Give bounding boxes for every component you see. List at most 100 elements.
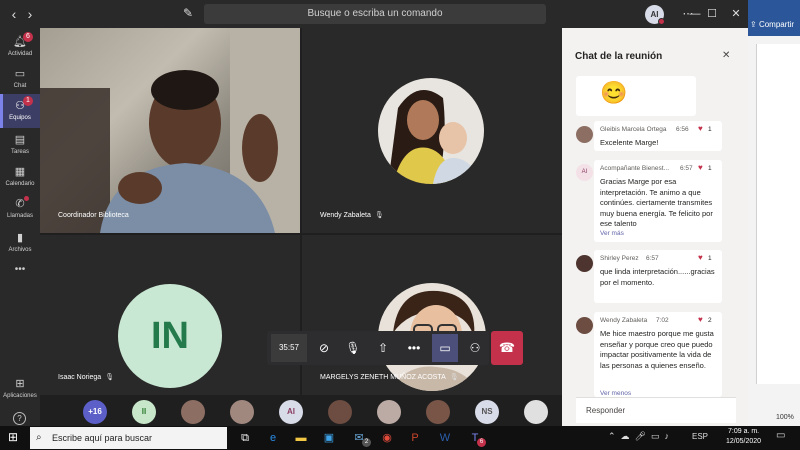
- microphone-icon[interactable]: 🎙︎: [340, 334, 366, 362]
- heart-icon[interactable]: ♥: [698, 315, 703, 324]
- participant-avatar[interactable]: +16: [83, 400, 107, 424]
- word-icon[interactable]: W: [436, 429, 454, 447]
- maximize-icon[interactable]: ☐: [703, 6, 721, 22]
- search-input[interactable]: Busque o escriba un comando: [204, 4, 546, 24]
- video-tile[interactable]: MARGELYS ZENETH MUÑOZ ACOSTA 🎙︎: [302, 235, 562, 395]
- apps-icon: ⊞: [15, 378, 25, 390]
- rail-item-calls[interactable]: ✆ Llamadas: [0, 192, 40, 226]
- compose-icon[interactable]: ✎: [180, 6, 196, 22]
- message-sender: Wendy Zabaleta: [600, 317, 648, 324]
- message-sender: Shirley Perez: [600, 255, 639, 262]
- heart-icon[interactable]: ♥: [698, 163, 703, 172]
- participant-avatar[interactable]: [377, 400, 401, 424]
- rail-item-label: Aplicaciones: [3, 393, 37, 399]
- reply-input[interactable]: Responder: [576, 397, 736, 423]
- see-more-link[interactable]: Ver más: [600, 230, 624, 237]
- participant-photo: [378, 78, 484, 184]
- participant-avatar[interactable]: [524, 400, 548, 424]
- powerpoint-icon[interactable]: P: [406, 429, 424, 447]
- search-icon: ⌕: [36, 432, 42, 443]
- minimize-icon[interactable]: —: [686, 6, 704, 22]
- chat-icon[interactable]: ▭: [432, 334, 458, 362]
- share-label: Compartir: [758, 20, 795, 29]
- heart-icon[interactable]: ♥: [698, 253, 703, 262]
- notifications-icon[interactable]: ▭: [776, 430, 785, 441]
- close-icon[interactable]: ✕: [727, 6, 745, 22]
- chat-title: Chat de la reunión: [575, 51, 663, 62]
- rail-item-apps[interactable]: ⊞ Aplicaciones: [0, 372, 40, 406]
- rail-item-files[interactable]: ▮ Archivos: [0, 226, 40, 260]
- participant-name: Coordinador Biblioteca: [58, 212, 129, 219]
- store-icon[interactable]: ▣: [320, 429, 338, 447]
- participants-icon[interactable]: ⚇: [462, 334, 488, 362]
- participant-avatar[interactable]: AI: [279, 400, 303, 424]
- chat-message: Shirley Perez 6:57 ♥ 1 que linda interpr…: [594, 250, 722, 303]
- chevron-left-icon[interactable]: ‹: [6, 6, 22, 22]
- camera-off-icon[interactable]: ⊘: [311, 334, 337, 362]
- participant-avatar[interactable]: [328, 400, 352, 424]
- rail-item-assignments[interactable]: ▤ Tareas: [0, 128, 40, 162]
- help-icon[interactable]: ?: [13, 412, 26, 425]
- close-icon[interactable]: ✕: [722, 50, 730, 61]
- message-body: Excelente Marge!: [600, 138, 659, 147]
- file-explorer-icon[interactable]: ▬: [292, 429, 310, 447]
- more-actions-icon[interactable]: •••: [401, 334, 427, 362]
- rail-item-label: Calendario: [5, 181, 35, 187]
- reaction-count: 1: [708, 255, 712, 262]
- assignments-icon: ▤: [14, 134, 26, 146]
- files-icon: ▮: [16, 232, 24, 244]
- rail-item-label: Llamadas: [6, 213, 33, 219]
- input-language[interactable]: ESP: [692, 432, 708, 441]
- mic-off-icon: 🎙︎: [105, 374, 115, 381]
- share-icon: ⇪: [750, 20, 759, 29]
- chevron-right-icon[interactable]: ›: [22, 6, 38, 22]
- windows-start-icon[interactable]: ⊞: [8, 430, 22, 444]
- chat-message: 😊: [576, 76, 696, 116]
- participant-avatar[interactable]: NS: [475, 400, 499, 424]
- see-less-link[interactable]: Ver menos: [600, 390, 631, 397]
- clock-date[interactable]: 12/05/2020: [726, 438, 761, 445]
- rail-item-activity[interactable]: 🔔︎ 6 Actividad: [0, 30, 40, 64]
- participant-avatar[interactable]: [426, 400, 450, 424]
- word-header: [748, 0, 800, 36]
- video-tile[interactable]: Wendy Zabaleta 🎙︎: [302, 28, 562, 233]
- rail-item-label: Tareas: [10, 149, 29, 155]
- rail-item-label: Equipos: [9, 115, 31, 121]
- participant-video: [40, 28, 300, 233]
- taskbar-search-input[interactable]: ⌕ Escribe aquí para buscar: [30, 427, 227, 449]
- chat-message: Gleibis Marcela Ortega 6:56 ♥ 1 Excelent…: [594, 121, 722, 151]
- edge-icon[interactable]: e: [264, 429, 282, 447]
- avatar: [576, 317, 593, 334]
- message-body: que linda interpretación......gracias po…: [600, 267, 715, 287]
- rail-item-calendar[interactable]: ▦ Calendario: [0, 160, 40, 194]
- document-page: [756, 44, 800, 384]
- reaction-count: 1: [708, 126, 712, 133]
- participant-name: Wendy Zabaleta 🎙︎: [320, 212, 384, 219]
- message-sender: Acompañante Bienest...: [600, 165, 670, 172]
- chat-message: Acompañante Bienest... 6:57 ♥ 1 Gracias …: [594, 160, 722, 242]
- share-button[interactable]: ⇪ Compartir: [750, 20, 794, 29]
- system-tray-icons[interactable]: ⌃☁🎤︎▭♪: [608, 431, 674, 442]
- message-time: 6:57: [680, 165, 693, 172]
- emoji: 😊: [600, 80, 628, 105]
- participant-avatar[interactable]: [230, 400, 254, 424]
- avatar: [576, 126, 593, 143]
- rail-item-label: Chat: [13, 83, 27, 89]
- participant-name: Isaac Noriega 🎙︎: [58, 374, 115, 381]
- task-view-icon[interactable]: ⧉: [236, 429, 254, 447]
- chrome-icon[interactable]: ◉: [378, 429, 396, 447]
- rail-item-chat[interactable]: ▭ Chat: [0, 62, 40, 96]
- share-screen-icon[interactable]: ⇧: [370, 334, 396, 362]
- hang-up-icon[interactable]: ☎︎: [491, 331, 523, 365]
- calendar-icon: ▦: [14, 166, 26, 178]
- clock-time[interactable]: 7:09 a. m.: [728, 428, 759, 435]
- avatar[interactable]: AI: [645, 5, 665, 25]
- taskbar-search-placeholder: Escribe aquí para buscar: [52, 433, 153, 443]
- rail-item-teams[interactable]: ⚇ 1 Equipos: [0, 94, 40, 128]
- participant-avatar[interactable]: II: [132, 400, 156, 424]
- message-sender: Gleibis Marcela Ortega: [600, 126, 667, 133]
- video-tile[interactable]: Coordinador Biblioteca: [40, 28, 300, 233]
- participant-avatar[interactable]: [181, 400, 205, 424]
- more-apps-icon[interactable]: •••: [0, 264, 40, 275]
- heart-icon[interactable]: ♥: [698, 124, 703, 133]
